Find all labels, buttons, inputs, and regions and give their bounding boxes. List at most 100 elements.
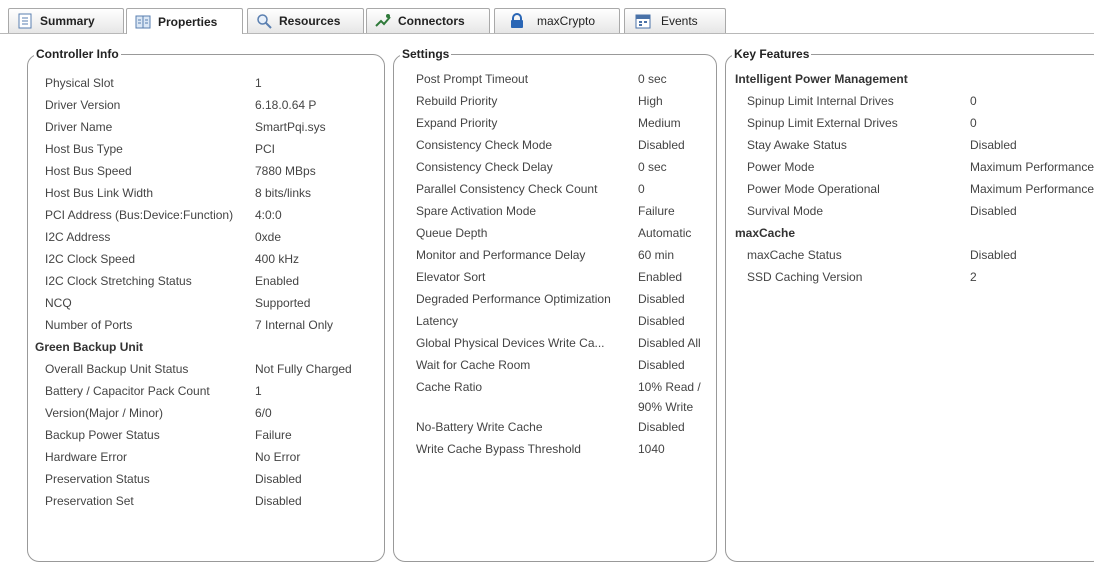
setting-label: Monitor and Performance Delay — [416, 248, 586, 262]
prop-label: Host Bus Type — [45, 142, 123, 156]
setting-label: Spare Activation Mode — [416, 204, 537, 218]
maxcache-heading: maxCache — [735, 226, 796, 240]
setting-label: Post Prompt Timeout — [416, 72, 529, 86]
feature-label: Power Mode Operational — [747, 182, 880, 196]
setting-value: 60 min — [638, 248, 675, 262]
setting-value: Automatic — [638, 226, 692, 240]
setting-value: 0 — [638, 182, 645, 196]
tab-label: Connectors — [398, 14, 465, 28]
setting-value: Disabled — [638, 292, 685, 306]
setting-label: No-Battery Write Cache — [416, 420, 543, 434]
prop-label: Host Bus Link Width — [45, 186, 154, 200]
setting-value: Failure — [638, 204, 675, 218]
setting-label: Degraded Performance Optimization — [416, 292, 611, 306]
tab-label: Summary — [40, 14, 95, 28]
tab-resources[interactable]: Resources — [247, 8, 364, 33]
tab-properties[interactable]: Properties — [126, 8, 243, 34]
setting-label: Expand Priority — [416, 116, 498, 130]
tab-connectors[interactable]: Connectors — [366, 8, 490, 33]
setting-value: 0 sec — [638, 72, 667, 86]
prop-value: 1 — [255, 76, 262, 90]
properties-icon — [135, 14, 151, 30]
prop-label: Version(Major / Minor) — [45, 406, 164, 420]
settings-title: Settings — [400, 47, 452, 61]
setting-label: Consistency Check Mode — [416, 138, 553, 152]
tab-bar: Summary Properties Resources Connectors … — [0, 0, 1094, 34]
feature-label: Stay Awake Status — [747, 138, 847, 152]
tab-events[interactable]: Events — [624, 8, 726, 33]
setting-value: Disabled — [638, 314, 685, 328]
prop-label: Number of Ports — [45, 318, 133, 332]
prop-label: I2C Address — [45, 230, 111, 244]
prop-value: Disabled — [255, 494, 302, 508]
prop-label: I2C Clock Speed — [45, 252, 136, 266]
setting-label: Cache Ratio — [416, 380, 483, 394]
prop-label: I2C Clock Stretching Status — [45, 274, 192, 288]
prop-label: Hardware Error — [45, 450, 128, 464]
feature-label: Survival Mode — [747, 204, 824, 218]
setting-value: 10% Read / — [638, 380, 701, 394]
feature-label: maxCache Status — [747, 248, 842, 262]
key-features-panel: Key Features — [725, 47, 1094, 562]
prop-label: PCI Address (Bus:Device:Function) — [45, 208, 234, 222]
setting-label: Parallel Consistency Check Count — [416, 182, 598, 196]
prop-label: Preservation Set — [45, 494, 134, 508]
prop-value: Supported — [255, 296, 311, 310]
tab-label: Events — [661, 14, 698, 28]
setting-label: Queue Depth — [416, 226, 488, 240]
setting-label: Write Cache Bypass Threshold — [416, 442, 581, 456]
setting-value: 1040 — [638, 442, 665, 456]
prop-value: 0xde — [255, 230, 282, 244]
prop-label: Backup Power Status — [45, 428, 160, 442]
prop-value: Disabled — [255, 472, 302, 486]
prop-value: PCI — [255, 142, 276, 156]
intelligent-power-management-heading: Intelligent Power Management — [735, 72, 908, 86]
prop-value: SmartPqi.sys — [255, 120, 326, 134]
prop-value: Enabled — [255, 274, 300, 288]
setting-label: Consistency Check Delay — [416, 160, 553, 174]
prop-label: Preservation Status — [45, 472, 150, 486]
tab-label: Properties — [158, 14, 218, 29]
setting-label: Rebuild Priority — [416, 94, 498, 108]
setting-value: Disabled — [638, 358, 685, 372]
prop-value: Not Fully Charged — [255, 362, 352, 376]
setting-value: High — [638, 94, 663, 108]
magnifier-icon — [256, 13, 272, 29]
setting-label: Elevator Sort — [416, 270, 486, 284]
prop-value: No Error — [255, 450, 301, 464]
setting-value: Disabled — [638, 138, 685, 152]
prop-value: 6/0 — [255, 406, 272, 420]
settings-panel: Settings — [393, 47, 717, 562]
tab-summary[interactable]: Summary — [8, 8, 124, 33]
tab-maxcrypto[interactable]: maxCrypto — [494, 8, 620, 33]
setting-value: Disabled — [638, 420, 685, 434]
key-features-title: Key Features — [732, 47, 812, 61]
prop-value: 1 — [255, 384, 262, 398]
prop-label: Battery / Capacitor Pack Count — [45, 384, 210, 398]
feature-value: Maximum Performance — [970, 160, 1094, 174]
tab-label: Resources — [279, 14, 341, 28]
setting-label: Latency — [416, 314, 459, 328]
setting-label: Wait for Cache Room — [416, 358, 531, 372]
prop-value: 7 Internal Only — [255, 318, 334, 332]
prop-value: Failure — [255, 428, 292, 442]
setting-label: Global Physical Devices Write Ca... — [416, 336, 605, 350]
prop-label: Overall Backup Unit Status — [45, 362, 189, 376]
feature-value: Maximum Performance — [970, 182, 1094, 196]
setting-value: Disabled All — [638, 336, 701, 350]
summary-icon — [17, 13, 33, 29]
prop-value: 6.18.0.64 P — [255, 98, 317, 112]
setting-value: Medium — [638, 116, 681, 130]
calendar-icon — [635, 13, 651, 29]
connector-icon — [375, 13, 391, 29]
prop-value: 400 kHz — [255, 252, 300, 266]
prop-value: 4:0:0 — [255, 208, 282, 222]
feature-label: Spinup Limit External Drives — [747, 116, 898, 130]
lock-icon — [509, 13, 525, 29]
tab-label: maxCrypto — [537, 14, 596, 28]
setting-value: 0 sec — [638, 160, 667, 174]
setting-value-continued: 90% Write — [638, 400, 694, 414]
prop-label: Host Bus Speed — [45, 164, 132, 178]
prop-value: 8 bits/links — [255, 186, 312, 200]
prop-label: Driver Name — [45, 120, 113, 134]
